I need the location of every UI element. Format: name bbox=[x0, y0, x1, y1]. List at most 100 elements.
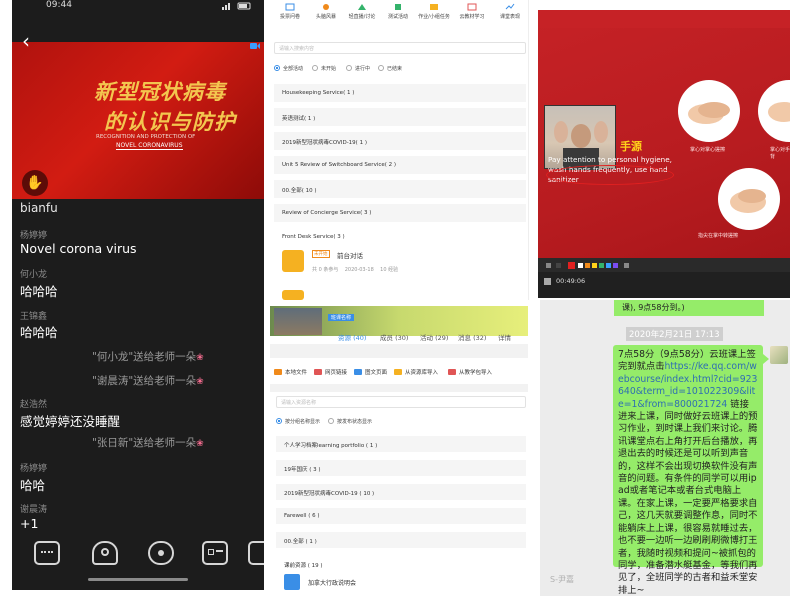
color-blue-swatch[interactable] bbox=[606, 263, 611, 268]
nav-test[interactable]: 测试活动 bbox=[380, 3, 416, 27]
color-orange-swatch[interactable] bbox=[585, 263, 590, 268]
module-row[interactable]: Unit 5 Review of Switchboard Service( 2 … bbox=[274, 156, 526, 174]
module-row[interactable]: Housekeeping Service( 1 ) bbox=[274, 84, 526, 102]
stop-icon[interactable] bbox=[544, 278, 551, 285]
activity-card[interactable]: 未开始 前台对话 共 0 条参与 2020-03-18 10 经验 bbox=[282, 248, 522, 278]
color-yellow-swatch[interactable] bbox=[592, 263, 597, 268]
resource-group-row[interactable]: 2019新型冠状病毒COVID-19 ( 10 ) bbox=[276, 484, 526, 500]
color-green-swatch[interactable] bbox=[599, 263, 604, 268]
elapsed-time: 00:49:06 bbox=[556, 277, 586, 285]
filter-in-progress[interactable]: 进行中 bbox=[346, 65, 370, 72]
tab-details[interactable]: 详情 bbox=[498, 332, 511, 342]
chat-sender: 谢晨涛 bbox=[20, 505, 48, 515]
color-white-swatch[interactable] bbox=[578, 263, 583, 268]
resource-item[interactable]: 加拿大行政说明会 bbox=[308, 578, 356, 587]
slide-subtitle: RECOGNITION AND PROTECTION OF bbox=[96, 134, 196, 140]
module-row[interactable]: 英语测试( 1 ) bbox=[274, 108, 526, 126]
record-icon[interactable] bbox=[148, 541, 174, 565]
class-resources-panel: 班课名称 资源 (40) 成员 (30) 活动 (29) 消息 (32) 详情 … bbox=[270, 306, 528, 596]
message-text: 链接进来上课，同时做好云班课上的预习作业，到时课上我们来讨论。腾讯课堂点右上角打… bbox=[618, 398, 758, 596]
status-time: 09:44 bbox=[46, 0, 72, 10]
chat-sender: 何小龙 bbox=[20, 270, 48, 280]
color-red-swatch[interactable] bbox=[568, 262, 575, 269]
tab-members[interactable]: 成员 (30) bbox=[380, 332, 408, 342]
nav-textbook[interactable]: 云教材学习 bbox=[454, 3, 490, 27]
time-bar: 00:49:06 bbox=[538, 272, 790, 298]
chat-message: +1 bbox=[20, 516, 39, 531]
tab-messages[interactable]: 消息 (32) bbox=[458, 332, 486, 342]
back-arrow-icon[interactable]: ‹ bbox=[22, 30, 44, 52]
resource-group-row[interactable]: 个人学习档案learning portfolio ( 1 ) bbox=[276, 436, 526, 452]
tab-activities[interactable]: 活动 (29) bbox=[420, 332, 448, 342]
tool-label: 网页链接 bbox=[325, 370, 348, 376]
sort-by-group[interactable]: 按分组名称显示 bbox=[276, 418, 320, 425]
eraser-icon[interactable] bbox=[556, 263, 561, 268]
resource-search-input[interactable]: 请输入资源名称 bbox=[276, 396, 526, 408]
step-label: 掌心对手背 bbox=[770, 147, 790, 160]
chat-message: 哈哈哈 bbox=[20, 284, 58, 299]
module-row[interactable]: 2019新型冠状病毒COVID-19( 1 ) bbox=[274, 132, 526, 150]
pen-icon[interactable] bbox=[546, 263, 551, 268]
activity-search-input[interactable]: 请输入搜索内容 bbox=[274, 42, 526, 54]
shield-icon[interactable] bbox=[92, 541, 118, 565]
import-from-package[interactable]: 从教学包导入 bbox=[448, 368, 492, 376]
filter-ended[interactable]: 已结束 bbox=[378, 65, 402, 72]
module-row[interactable]: Front Desk Service( 3 ) bbox=[274, 228, 526, 246]
vote-icon bbox=[285, 3, 295, 11]
import-from-library[interactable]: 从资源库导入 bbox=[394, 368, 438, 376]
radio-icon bbox=[346, 65, 352, 71]
test-icon bbox=[395, 4, 401, 10]
raise-hand-icon[interactable]: ✋ bbox=[22, 170, 48, 196]
filter-all[interactable]: 全部活动 bbox=[274, 65, 303, 72]
resource-group-row[interactable]: Farewell ( 6 ) bbox=[276, 508, 526, 524]
activity-icon bbox=[282, 250, 304, 272]
activity-icon bbox=[282, 290, 304, 300]
nav-live[interactable]: 轻直播/讨论 bbox=[344, 3, 380, 27]
slide-title-line2: 的认识与防护 bbox=[104, 109, 236, 134]
radio-checked-icon bbox=[274, 65, 280, 71]
avatar[interactable] bbox=[770, 346, 788, 364]
tool-label: 图文页面 bbox=[365, 370, 388, 376]
hand-illustration-icon bbox=[730, 189, 766, 213]
textbook-icon bbox=[467, 3, 477, 11]
handwash-step-image bbox=[758, 80, 790, 142]
sort-by-status[interactable]: 按发布状态显示 bbox=[328, 418, 372, 425]
filter-not-started[interactable]: 未开始 bbox=[312, 65, 336, 72]
share-icon[interactable] bbox=[248, 541, 264, 565]
chat-message: Novel corona virus bbox=[20, 241, 137, 256]
sort-label: 按发布状态显示 bbox=[337, 419, 373, 425]
nav-homework[interactable]: 作业/小组任务 bbox=[416, 3, 452, 27]
course-activity-panel: 投票问卷 头脑风暴 轻直播/讨论 测试活动 作业/小组任务 云教材学习 课堂表现… bbox=[266, 0, 529, 300]
resource-group-row[interactable]: 19年国庆 ( 3 ) bbox=[276, 460, 526, 476]
hand-illustration-icon bbox=[768, 102, 790, 122]
signal-icon bbox=[222, 2, 251, 10]
resource-group-row[interactable]: 课前资源 ( 19 ) bbox=[276, 556, 526, 572]
comment-icon[interactable] bbox=[34, 541, 60, 565]
nav-brainstorm[interactable]: 头脑风暴 bbox=[308, 3, 344, 27]
card-icon[interactable] bbox=[202, 541, 228, 565]
nav-label: 头脑风暴 bbox=[315, 14, 336, 20]
add-web-link[interactable]: 网页链接 bbox=[314, 368, 347, 376]
chat-sender: 赵浩然 bbox=[20, 400, 48, 410]
filter-label: 已结束 bbox=[387, 66, 403, 72]
chat-message: bianfu bbox=[20, 201, 58, 215]
nav-performance[interactable]: 课堂表现 bbox=[492, 3, 528, 27]
resource-group-row[interactable]: 00.全部 ( 1 ) bbox=[276, 532, 526, 548]
color-purple-swatch[interactable] bbox=[613, 263, 618, 268]
radio-checked-icon bbox=[276, 418, 282, 424]
add-rich-page[interactable]: 图文页面 bbox=[354, 368, 387, 376]
live-icon bbox=[358, 4, 366, 10]
module-row[interactable]: Review of Concierge Service( 3 ) bbox=[274, 204, 526, 222]
nav-vote[interactable]: 投票问卷 bbox=[272, 3, 308, 27]
video-player[interactable]: 新型冠状病毒 的认识与防护 RECOGNITION AND PROTECTION… bbox=[12, 42, 264, 199]
gift-notice-text: "张日新"送给老师一朵 bbox=[92, 437, 197, 449]
message-timestamp: 2020年2月21日 17:13 bbox=[626, 327, 723, 341]
performance-icon bbox=[505, 3, 515, 10]
step-label: 指尖在掌中转搓擦 bbox=[698, 233, 739, 239]
flower-icon: ❀ bbox=[196, 377, 204, 387]
tool-label: 从教学包导入 bbox=[459, 370, 493, 376]
module-row[interactable]: 00.全部( 10 ) bbox=[274, 180, 526, 198]
message-bubble[interactable]: 7点58分（9点58分）云班课上签完到就点击https://ke.qq.com/… bbox=[613, 345, 763, 596]
undo-icon[interactable] bbox=[624, 263, 629, 268]
upload-local-file[interactable]: 本地文件 bbox=[274, 368, 307, 376]
